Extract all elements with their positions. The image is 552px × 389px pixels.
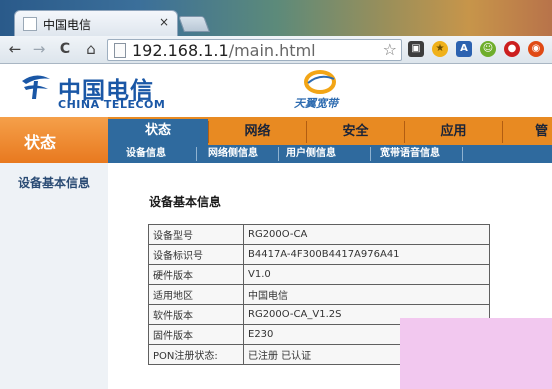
row-value: B4417A-4F300B4417A976A41 (243, 244, 490, 265)
page-icon (114, 43, 126, 58)
browser-tab-strip: 中国电信 × (0, 0, 552, 36)
subtab-network-side-info[interactable]: 网络侧信息 (208, 146, 258, 162)
green-extension-icon[interactable]: ☺ (480, 41, 496, 57)
subnav-divider (370, 147, 371, 161)
url-text[interactable]: 192.168.1.1/main.html (132, 40, 316, 61)
sidebar-item-device-basic-info[interactable]: 设备基本信息 (18, 174, 90, 191)
row-label: 适用地区 (148, 284, 244, 305)
status-label: 状态 (24, 133, 57, 152)
tab-management[interactable]: 管 (503, 121, 552, 143)
subtab-user-side-info[interactable]: 用户侧信息 (286, 146, 336, 162)
row-value: V1.0 (243, 264, 490, 285)
page-favicon-icon (23, 17, 37, 31)
tab-security[interactable]: 安全 (307, 121, 404, 143)
row-label: 固件版本 (148, 324, 244, 345)
star-icon[interactable]: ☆ (383, 40, 397, 59)
main-nav: 状态 网络 安全 应用 管 (108, 117, 552, 145)
table-row: 适用地区 中国电信 (148, 284, 490, 305)
translate-icon[interactable]: A (456, 41, 472, 57)
subnav-divider (196, 147, 197, 161)
subnav-divider (462, 147, 463, 161)
overlay-patch (400, 318, 552, 389)
star-extension-icon[interactable]: ★ (432, 41, 448, 57)
subtab-device-info[interactable]: 设备信息 (126, 146, 166, 162)
row-label: 设备型号 (148, 224, 244, 245)
orange-extension-icon[interactable]: ◉ (528, 41, 544, 57)
stop-extension-icon[interactable]: ● (504, 41, 520, 57)
status-section-label: 状态 (0, 117, 108, 163)
new-tab-button[interactable] (178, 16, 210, 32)
address-bar[interactable]: 192.168.1.1/main.html ☆ (107, 39, 402, 61)
tab-status[interactable]: 状态 (108, 119, 208, 145)
subnav-divider (278, 147, 279, 161)
home-icon[interactable]: ⌂ (82, 40, 100, 58)
subtab-broadband-voice-info[interactable]: 宽带语音信息 (380, 146, 440, 162)
row-value: 中国电信 (243, 284, 490, 305)
reload-icon[interactable]: C (56, 40, 74, 58)
table-row: 设备标识号 B4417A-4F300B4417A976A41 (148, 244, 490, 265)
url-host: 192.168.1.1 (132, 41, 229, 60)
url-path: /main.html (228, 41, 316, 60)
tab-network[interactable]: 网络 (209, 121, 306, 143)
browser-tab[interactable]: 中国电信 × (14, 10, 178, 36)
row-label: 设备标识号 (148, 244, 244, 265)
tab-applications[interactable]: 应用 (405, 121, 502, 143)
forward-icon[interactable]: → (30, 40, 48, 58)
row-label: PON注册状态: (148, 344, 244, 365)
section-title: 设备基本信息 (149, 195, 222, 209)
tab-close-icon[interactable]: × (159, 15, 169, 29)
browser-toolbar: ← → C ⌂ 192.168.1.1/main.html ☆ ▣ ★ A ☺ … (0, 36, 552, 64)
table-row: 硬件版本 V1.0 (148, 264, 490, 285)
sidebar: 设备基本信息 (0, 163, 108, 389)
sub-nav: 设备信息 网络侧信息 用户侧信息 宽带语音信息 (108, 145, 552, 163)
tab-title: 中国电信 (43, 18, 92, 32)
tianyi-brand-logo-icon (304, 70, 336, 94)
row-value: RG200O-CA (243, 224, 490, 245)
camera-icon[interactable]: ▣ (408, 41, 424, 57)
row-label: 软件版本 (148, 304, 244, 325)
row-label: 硬件版本 (148, 264, 244, 285)
logo-english-text: CHINA TELECOM (58, 98, 166, 111)
site-header: 中国电信 CHINA TELECOM 天翼宽带 (0, 65, 552, 116)
back-icon[interactable]: ← (6, 40, 24, 58)
brand-text: 天翼宽带 (294, 97, 338, 110)
table-row: 设备型号 RG200O-CA (148, 224, 490, 245)
china-telecom-logo-icon (22, 75, 50, 99)
